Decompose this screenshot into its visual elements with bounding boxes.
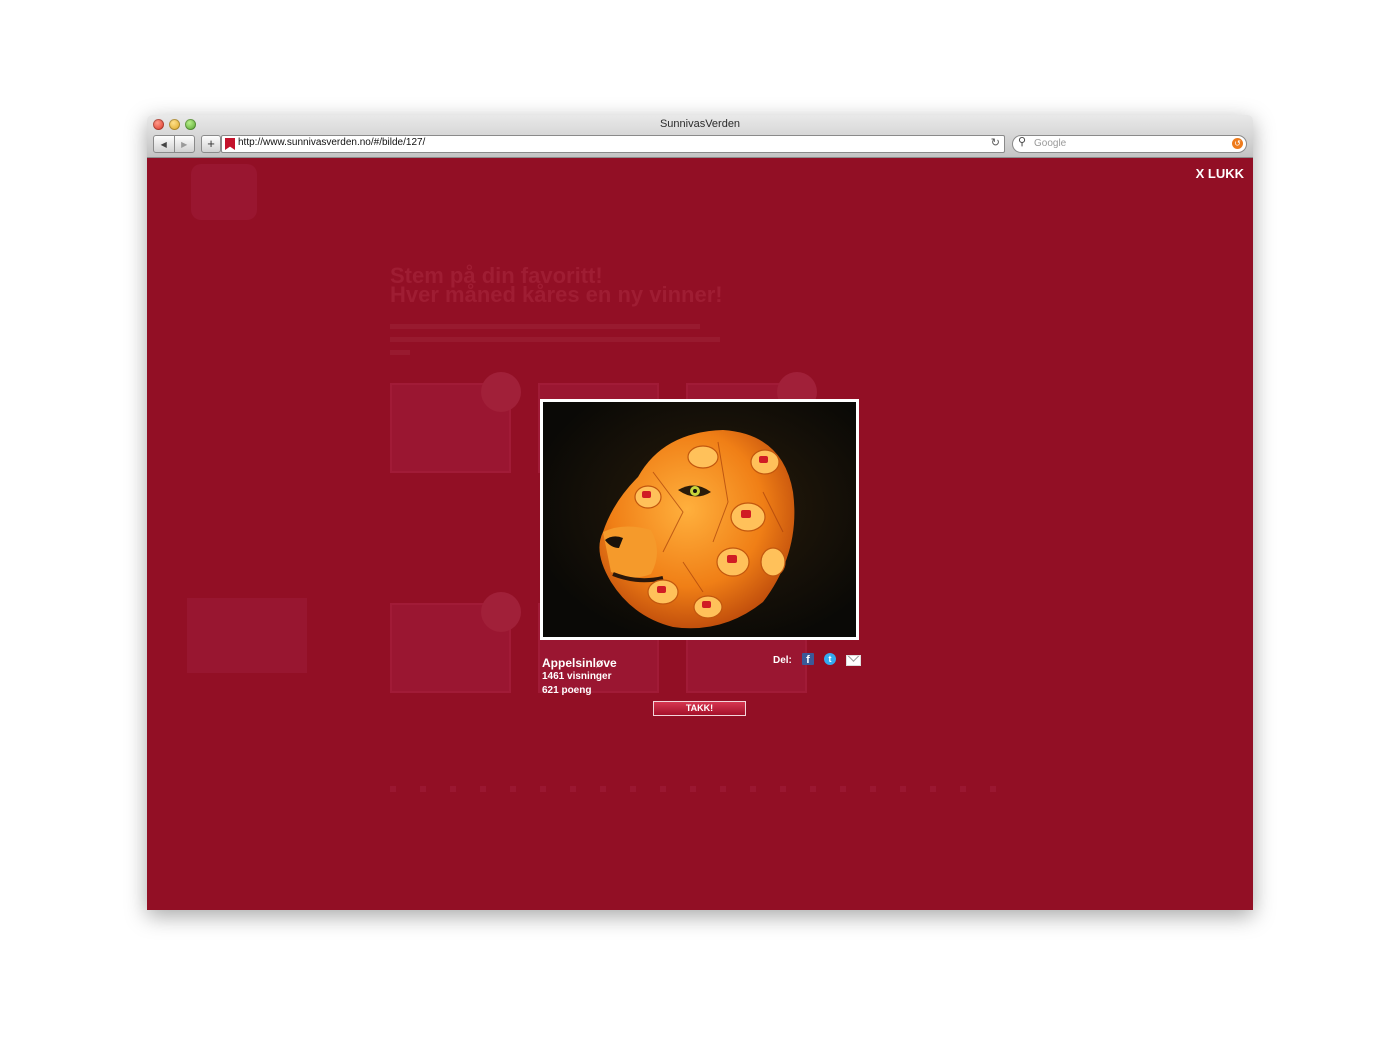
back-icon: ◀ (160, 139, 167, 149)
email-icon[interactable] (846, 655, 861, 666)
background-heading-line-2: Hver måned kåres en ny vinner! (390, 282, 723, 307)
background-badge (481, 372, 521, 412)
page-content: Stem på din favoritt! Hver måned kåres e… (147, 158, 1253, 910)
forward-button[interactable]: ▶ (173, 136, 195, 152)
share-label: Del: (773, 655, 792, 666)
window-title: SunnivasVerden (659, 118, 741, 130)
background-pagination (390, 786, 1010, 792)
twitter-icon[interactable]: t (824, 653, 836, 665)
points-count: 621 poeng (542, 685, 592, 696)
search-icon: ⚲ (1018, 136, 1027, 148)
background-side-panel (187, 598, 307, 673)
vote-button[interactable]: TAKK! (653, 701, 746, 716)
reload-icon[interactable]: ↻ (991, 136, 1000, 149)
plus-icon: + (207, 136, 215, 151)
browser-toolbar: SunnivasVerden ◀ ▶ + http://www.sunnivas… (147, 115, 1253, 158)
address-bar[interactable]: http://www.sunnivasverden.no/#/bilde/127… (221, 135, 1005, 153)
background-heading: Stem på din favoritt! Hver måned kåres e… (390, 265, 723, 307)
photo-image (540, 399, 859, 640)
url-text: http://www.sunnivasverden.no/#/bilde/127… (238, 137, 426, 148)
search-field[interactable]: ⚲ Google ↺ (1012, 135, 1247, 153)
back-button[interactable]: ◀ (154, 136, 174, 152)
snapback-icon[interactable]: ↺ (1232, 138, 1243, 149)
background-intro-text (390, 320, 730, 355)
browser-window: SunnivasVerden ◀ ▶ + http://www.sunnivas… (147, 115, 1253, 910)
facebook-icon[interactable]: f (802, 653, 814, 666)
search-placeholder: Google (1034, 138, 1067, 149)
background-badge (481, 592, 521, 632)
nav-buttons: ◀ ▶ (153, 135, 195, 153)
orange-lion-picture (543, 402, 856, 637)
favicon-icon (225, 138, 235, 150)
photo-title: Appelsinløve (542, 656, 617, 670)
forward-icon: ▶ (181, 139, 188, 149)
close-overlay-button[interactable]: X LUKK (1196, 166, 1244, 181)
view-count: 1461 visninger (542, 671, 612, 682)
background-logo (191, 164, 257, 220)
add-bookmark-button[interactable]: + (201, 135, 221, 153)
